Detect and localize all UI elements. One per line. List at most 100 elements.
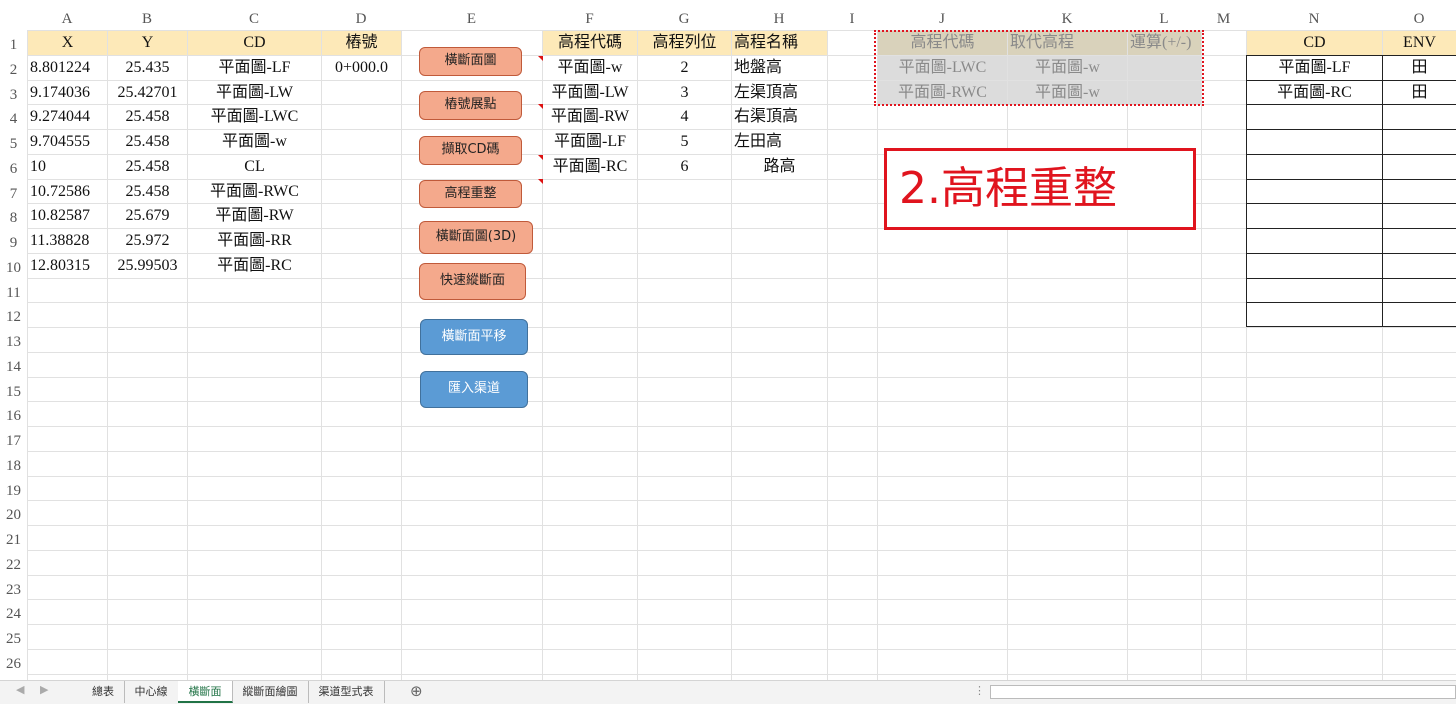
cell-x[interactable]: 12.80315: [28, 254, 107, 278]
cell-elev-code[interactable]: 平面圖-RC: [543, 155, 637, 179]
station-plot-button[interactable]: 樁號展點: [419, 91, 522, 120]
cell-elev-col[interactable]: 3: [638, 81, 731, 105]
cell-y[interactable]: 25.458: [108, 180, 187, 204]
row-header[interactable]: 16: [0, 404, 27, 429]
cell-elev-col[interactable]: 2: [638, 56, 731, 80]
cell-elev-code[interactable]: 平面圖-RW: [543, 105, 637, 129]
cell-cd[interactable]: 平面圖-LF: [188, 56, 321, 80]
cell-elev-name[interactable]: 左渠頂高: [732, 81, 827, 105]
column-header-j[interactable]: J: [877, 8, 1007, 30]
cell-elev-code[interactable]: 平面圖-w: [543, 56, 637, 80]
header-cd[interactable]: CD: [188, 31, 321, 55]
header-station[interactable]: 樁號: [322, 31, 401, 55]
row-header[interactable]: 15: [0, 380, 27, 405]
cell-cd[interactable]: 平面圖-LWC: [188, 105, 321, 129]
row-header[interactable]: 26: [0, 652, 27, 677]
sheet-tab-cross-section[interactable]: 橫斷面: [178, 681, 233, 703]
cell-station[interactable]: [322, 105, 401, 129]
cell-x[interactable]: 9.174036: [28, 81, 107, 105]
cell-y[interactable]: 25.458: [108, 105, 187, 129]
cell-x[interactable]: 10: [28, 155, 107, 179]
row-header[interactable]: 6: [0, 157, 27, 182]
column-header-c[interactable]: C: [187, 8, 321, 30]
cell-cd[interactable]: 平面圖-RW: [188, 204, 321, 228]
sheet-tab-longitudinal[interactable]: 縱斷面繪圖: [232, 681, 309, 703]
cell-y[interactable]: 25.99503: [108, 254, 187, 278]
header-env-env[interactable]: ENV: [1383, 31, 1456, 55]
row-header[interactable]: 1: [0, 33, 27, 58]
row-header[interactable]: 24: [0, 602, 27, 627]
column-header-e[interactable]: E: [401, 8, 542, 30]
spreadsheet-grid[interactable]: A B C D E F G H I J K L M N O 1 2 3 4 5 6 7 8 9 10 11 12 13 14 15 16 17…: [0, 0, 1456, 680]
column-header-a[interactable]: A: [27, 8, 107, 30]
row-header[interactable]: 14: [0, 355, 27, 380]
row-header[interactable]: 25: [0, 627, 27, 652]
row-header[interactable]: 13: [0, 330, 27, 355]
cell-station[interactable]: [322, 204, 401, 228]
sheet-tab-channel-types[interactable]: 渠道型式表: [308, 681, 385, 703]
column-header-h[interactable]: H: [731, 8, 827, 30]
cell-x[interactable]: 8.801224: [28, 56, 107, 80]
cell-cd[interactable]: 平面圖-RC: [188, 254, 321, 278]
cross-section-shift-button[interactable]: 橫斷面平移: [420, 319, 528, 355]
cell-y[interactable]: 25.458: [108, 130, 187, 154]
cell-elev-name[interactable]: 路高: [732, 155, 827, 179]
cell-elev-name[interactable]: 左田高: [732, 130, 827, 154]
sheet-tab-summary[interactable]: 總表: [82, 681, 125, 703]
horizontal-scrollbar[interactable]: [990, 685, 1456, 699]
cell-station[interactable]: 0+000.0: [322, 56, 401, 80]
header-elev-code[interactable]: 高程代碼: [543, 31, 637, 55]
header-env-cd[interactable]: CD: [1247, 31, 1382, 55]
row-header[interactable]: 10: [0, 256, 27, 281]
cell-elev-col[interactable]: 4: [638, 105, 731, 129]
cell-cd[interactable]: 平面圖-RWC: [188, 180, 321, 204]
row-header[interactable]: 22: [0, 553, 27, 578]
cell-elev-col[interactable]: 5: [638, 130, 731, 154]
row-header[interactable]: 12: [0, 305, 27, 330]
quick-longitudinal-button[interactable]: 快速縱斷面: [419, 263, 526, 300]
row-header[interactable]: 8: [0, 206, 27, 231]
column-header-l[interactable]: L: [1127, 8, 1201, 30]
cell-elev-code[interactable]: 平面圖-LW: [543, 81, 637, 105]
column-header-n[interactable]: N: [1246, 8, 1382, 30]
cell-y[interactable]: 25.458: [108, 155, 187, 179]
cell-station[interactable]: [322, 155, 401, 179]
header-x[interactable]: X: [28, 31, 107, 55]
column-header-d[interactable]: D: [321, 8, 401, 30]
extract-cd-button[interactable]: 擷取CD碼: [419, 136, 522, 165]
header-y[interactable]: Y: [108, 31, 187, 55]
row-header[interactable]: 18: [0, 454, 27, 479]
cell-station[interactable]: [322, 81, 401, 105]
cell-elev-code[interactable]: 平面圖-LF: [543, 130, 637, 154]
row-header[interactable]: 9: [0, 231, 27, 256]
cell-y[interactable]: 25.435: [108, 56, 187, 80]
prev-sheet-icon[interactable]: ◀: [16, 683, 24, 696]
elevation-reorg-button[interactable]: 高程重整: [419, 180, 522, 208]
cell-x[interactable]: 9.274044: [28, 105, 107, 129]
header-elev-name[interactable]: 高程名稱: [732, 31, 827, 55]
column-header-g[interactable]: G: [637, 8, 731, 30]
row-header[interactable]: 17: [0, 429, 27, 454]
cross-section-button[interactable]: 橫斷面圖: [419, 47, 522, 76]
cell-station[interactable]: [322, 229, 401, 253]
row-header[interactable]: 23: [0, 578, 27, 603]
cell-elev-col[interactable]: 6: [638, 155, 731, 179]
cell-x[interactable]: 11.38828: [28, 229, 107, 253]
cell-x[interactable]: 10.72586: [28, 180, 107, 204]
cell-cd[interactable]: 平面圖-LW: [188, 81, 321, 105]
column-header-i[interactable]: I: [827, 8, 877, 30]
cell-cd[interactable]: 平面圖-RR: [188, 229, 321, 253]
header-elev-col[interactable]: 高程列位: [638, 31, 731, 55]
cell-station[interactable]: [322, 254, 401, 278]
cell-cd[interactable]: 平面圖-w: [188, 130, 321, 154]
row-header[interactable]: 21: [0, 528, 27, 553]
column-header-m[interactable]: M: [1201, 8, 1246, 30]
cell-x[interactable]: 9.704555: [28, 130, 107, 154]
row-header[interactable]: 2: [0, 58, 27, 83]
add-sheet-icon[interactable]: ⊕: [410, 682, 423, 700]
cell-elev-name[interactable]: 地盤高: [732, 56, 827, 80]
cell-x[interactable]: 10.82587: [28, 204, 107, 228]
row-header[interactable]: 11: [0, 281, 27, 306]
column-header-b[interactable]: B: [107, 8, 187, 30]
cell-y[interactable]: 25.972: [108, 229, 187, 253]
